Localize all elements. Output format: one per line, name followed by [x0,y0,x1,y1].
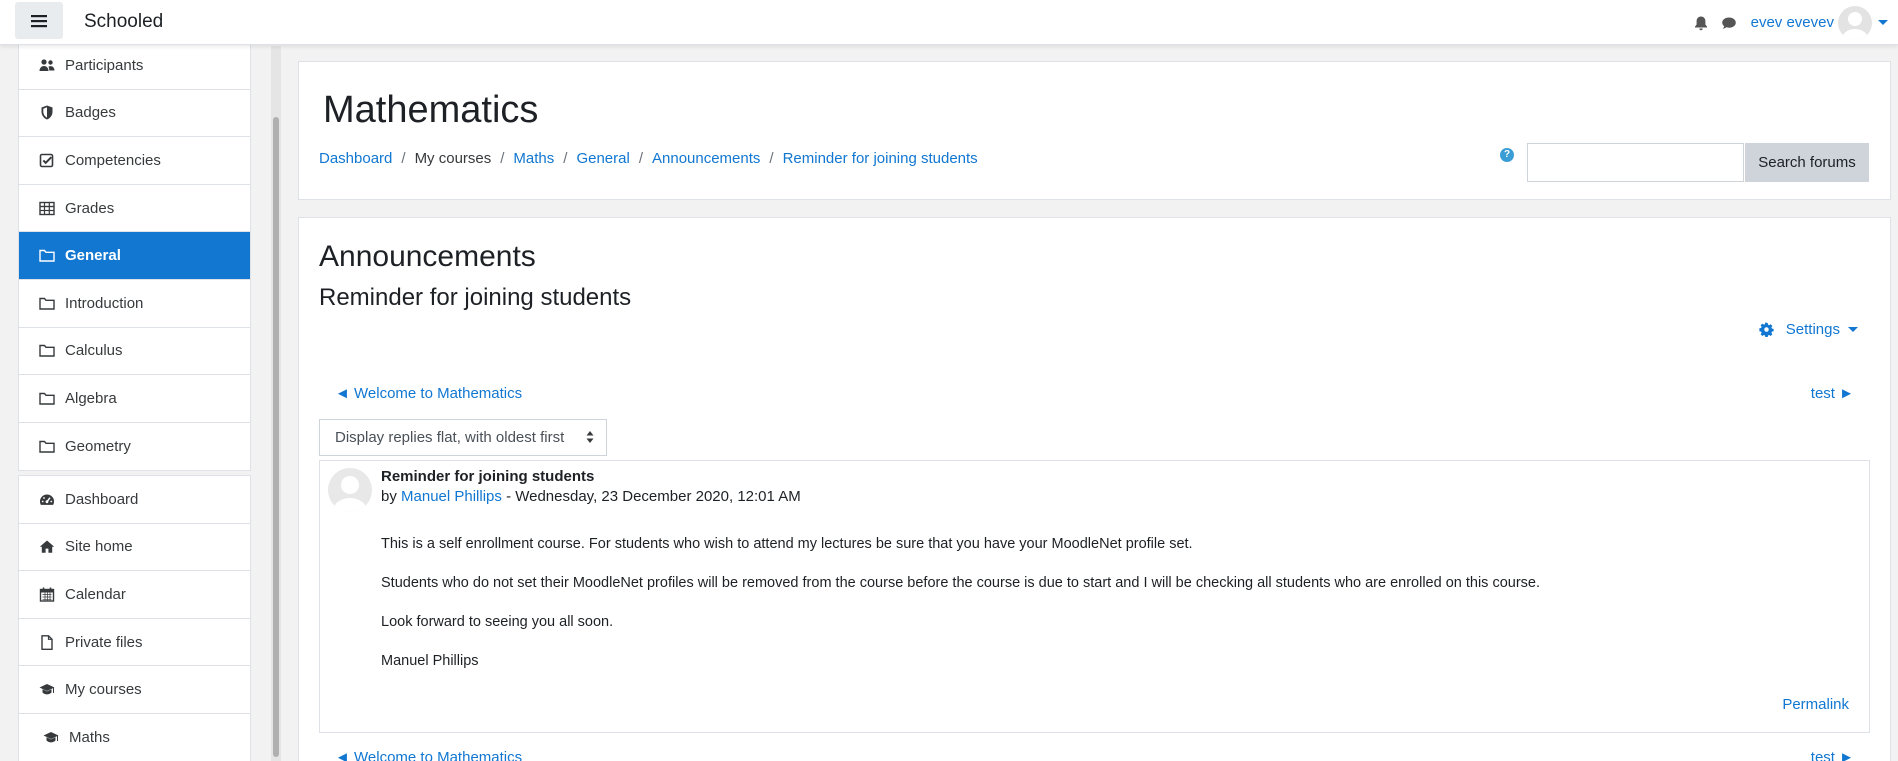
next-discussion-link[interactable]: test ► [1811,385,1854,402]
user-name[interactable]: evev evevev [1751,14,1834,31]
breadcrumb-maths[interactable]: Maths [513,150,554,167]
users-icon [39,57,57,73]
sidebar-item-dashboard[interactable]: Dashboard [19,476,250,524]
sidebar-item-algebra[interactable]: Algebra [19,375,250,423]
sidebar-item-geometry[interactable]: Geometry [19,423,250,471]
display-mode-select[interactable]: Display replies flat, with oldest first [319,419,607,456]
next-discussion-link-bottom[interactable]: test ► [1811,749,1854,761]
select-arrows-icon [586,431,594,443]
sidebar-item-label: Grades [65,199,115,217]
breadcrumb-general[interactable]: General [576,150,629,167]
forum-post: Reminder for joining students by Manuel … [319,460,1870,733]
check-square-icon [39,152,57,168]
display-mode-value: Display replies flat, with oldest first [335,429,565,446]
sidebar-item-general[interactable]: General [19,232,250,280]
sidebar-item-label: My courses [65,681,142,699]
sidebar-item-label: Badges [65,104,116,122]
chat-icon[interactable] [1721,15,1737,31]
folder-icon [39,439,57,455]
sidebar-item-badges[interactable]: Badges [19,90,250,138]
folder-icon [39,390,57,406]
nav-drawer: Participants Badges Competencies Grades … [0,41,285,761]
sidebar-item-label: Algebra [65,389,117,407]
folder-icon [39,343,57,359]
table-icon [39,200,57,216]
user-nav: evev evevev [1693,0,1898,45]
sidebar-item-label: Competencies [65,151,161,169]
menu-toggle-button[interactable] [15,2,63,39]
site-brand[interactable]: Schooled [84,11,163,33]
caret-down-icon [1848,327,1858,332]
drawer-scrollbar-thumb[interactable] [273,117,279,757]
post-paragraph: Students who do not set their MoodleNet … [381,575,1541,591]
sidebar-item-label: Maths [69,729,110,747]
sidebar-item-site-home[interactable]: Site home [19,524,250,572]
shield-icon [39,105,57,121]
home-icon [39,539,57,555]
post-body: This is a self enrollment course. For st… [381,535,1841,691]
bell-icon[interactable] [1693,15,1709,31]
page-header: Mathematics Dashboard / My courses / Mat… [298,61,1891,200]
sidebar-item-label: Calendar [65,585,126,603]
prev-discussion-link-bottom[interactable]: ◄ Welcome to Mathematics [335,749,522,761]
folder-icon [39,248,57,264]
menu-icon [31,14,47,27]
post-paragraph: This is a self enrollment course. For st… [381,536,1193,552]
forum-title: Announcements [319,240,536,273]
page-title: Mathematics [323,89,539,131]
caret-down-icon[interactable] [1878,20,1888,25]
sidebar-item-label: Calculus [65,342,123,360]
post-paragraph: Manuel Phillips [381,653,479,669]
breadcrumb: Dashboard / My courses / Maths / General… [319,150,978,167]
avatar-icon[interactable] [1838,5,1872,40]
post-date: - Wednesday, 23 December 2020, 12:01 AM [501,488,801,505]
sidebar-item-label: General [65,247,121,265]
post-author-link[interactable]: Manuel Phillips [401,488,502,505]
post-paragraph: Look forward to seeing you all soon. [381,614,614,630]
folder-icon [39,295,57,311]
sidebar-item-grades[interactable]: Grades [19,185,250,233]
sidebar-item-maths[interactable]: Maths [19,714,250,761]
graduation-cap-icon [39,682,57,698]
sidebar-item-participants[interactable]: Participants [19,42,250,90]
sidebar-item-label: Introduction [65,294,144,312]
sidebar-item-my-courses[interactable]: My courses [19,666,250,714]
search-forums-input[interactable] [1527,143,1744,182]
site-nav: Dashboard Site home Calendar Private fil… [18,475,251,761]
sidebar-item-label: Geometry [65,438,131,456]
search-forums-button[interactable]: Search forums [1745,143,1869,182]
breadcrumb-my-courses: My courses [414,150,492,167]
author-avatar[interactable] [328,468,372,512]
discussion-title: Reminder for joining students [319,284,632,311]
discussion-card: Announcements Reminder for joining stude… [298,217,1891,761]
top-navbar: Schooled evev evevev [0,0,1898,45]
settings-label: Settings [1785,321,1840,338]
sidebar-item-label: Participants [65,56,144,74]
settings-menu-button[interactable]: Settings [1759,321,1858,338]
prev-discussion-link[interactable]: ◄ Welcome to Mathematics [335,385,522,402]
sidebar-item-competencies[interactable]: Competencies [19,137,250,185]
permalink-link[interactable]: Permalink [1782,696,1849,713]
gear-icon [1759,322,1774,337]
file-icon [39,634,57,650]
breadcrumb-discussion[interactable]: Reminder for joining students [783,150,978,167]
sidebar-item-label: Dashboard [65,490,139,508]
sidebar-item-label: Site home [65,538,133,556]
tachometer-icon [39,491,57,507]
breadcrumb-dashboard[interactable]: Dashboard [319,150,392,167]
sidebar-item-private-files[interactable]: Private files [19,619,250,667]
breadcrumb-announcements[interactable]: Announcements [652,150,760,167]
calendar-icon [39,586,57,602]
sidebar-item-introduction[interactable]: Introduction [19,280,250,328]
sidebar-item-calculus[interactable]: Calculus [19,328,250,376]
help-icon[interactable]: ? [1500,148,1514,162]
graduation-cap-icon [43,730,61,746]
post-byline: by Manuel Phillips - Wednesday, 23 Decem… [381,488,801,505]
sidebar-item-label: Private files [65,633,143,651]
course-nav: Participants Badges Competencies Grades … [18,41,251,472]
sidebar-item-calendar[interactable]: Calendar [19,571,250,619]
post-subject: Reminder for joining students [381,468,595,485]
